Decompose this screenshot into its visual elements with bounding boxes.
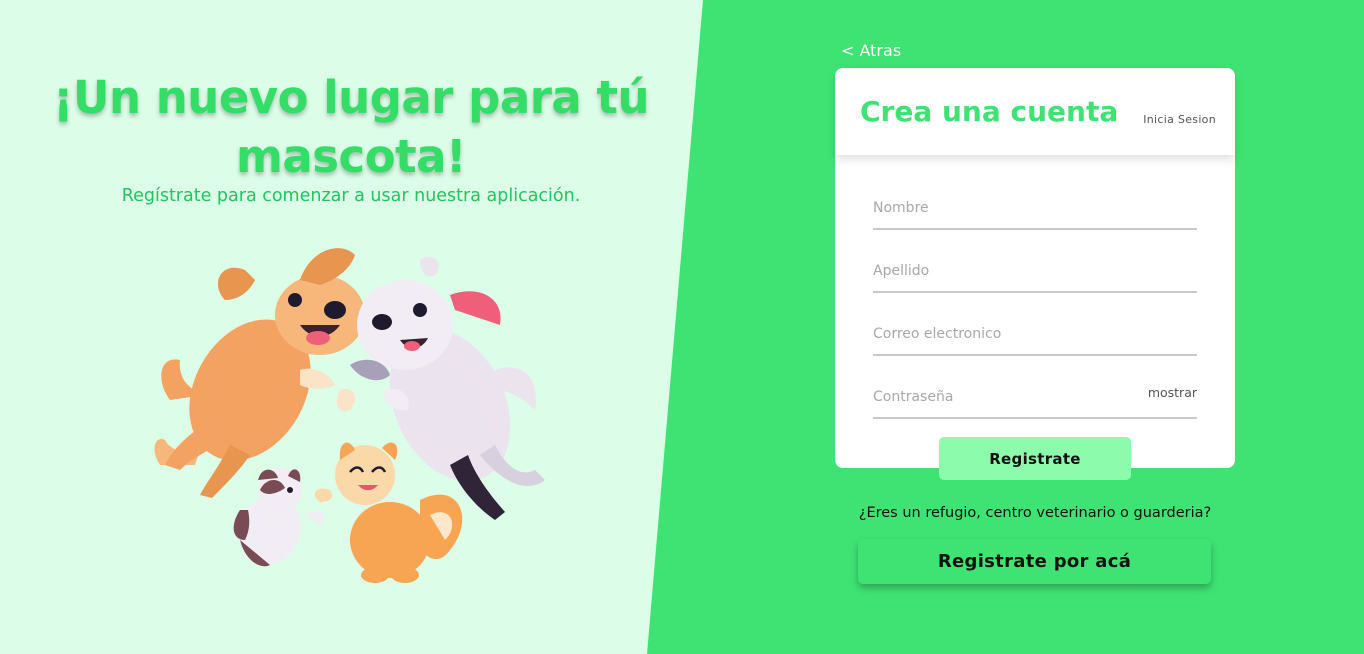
password-field: mostrar — [873, 379, 1197, 419]
email-input[interactable] — [873, 316, 1197, 352]
hero-subtitle: Regístrate para comenzar a usar nuestra … — [121, 186, 581, 206]
brown-cat-icon — [233, 468, 325, 567]
register-button[interactable]: Registrate — [939, 437, 1131, 480]
nombre-input[interactable] — [873, 190, 1197, 226]
orange-dog-icon — [154, 248, 365, 498]
login-link[interactable]: Inicia Sesion — [1143, 113, 1216, 126]
correo-field — [873, 316, 1197, 356]
card-title: Crea una cuenta — [860, 95, 1119, 128]
card-header: Crea una cuenta Inicia Sesion — [835, 68, 1235, 155]
playing-pets-illustration — [154, 248, 545, 583]
hero-title: ¡Un nuevo lugar para tú mascota! — [52, 71, 650, 183]
partner-question: ¿Eres un refugio, centro veterinario o g… — [858, 505, 1212, 521]
back-link[interactable]: < Atras — [841, 41, 901, 60]
partner-register-button[interactable]: Registrate por acá — [858, 539, 1211, 584]
apellido-field — [873, 253, 1197, 293]
signup-card: Crea una cuenta Inicia Sesion mostrar Re… — [835, 68, 1235, 480]
apellido-input[interactable] — [873, 253, 1197, 289]
show-password-toggle[interactable]: mostrar — [1148, 385, 1197, 400]
nombre-field — [873, 190, 1197, 230]
